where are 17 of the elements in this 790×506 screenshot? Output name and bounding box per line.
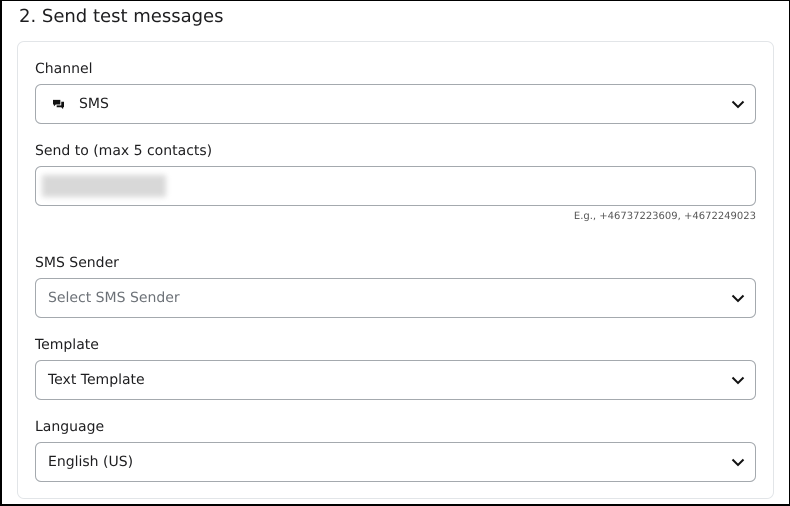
field-label: Send to (max 5 contacts) [35,143,214,159]
field-label: Template [35,337,100,353]
chevron-down-icon [731,376,745,384]
select-field[interactable]: Select SMS Sender [35,278,756,318]
chevron-down-icon [731,458,745,466]
section-title: 2. Send test messages [19,6,225,28]
field-label: Language [35,419,106,435]
hint-text: E.g., +46737223609, +4672249023 [574,211,756,222]
input-field[interactable] [35,166,756,206]
chevron-down-icon [731,100,745,108]
select-field[interactable]: English (US) [35,442,756,482]
field-label: SMS Sender [35,255,120,271]
field-label: Channel [35,61,94,77]
chevron-down-icon [731,294,745,302]
select-field[interactable]: SMS [35,84,756,124]
select-field[interactable]: Text Template [35,360,756,400]
chat-icon [52,98,65,110]
